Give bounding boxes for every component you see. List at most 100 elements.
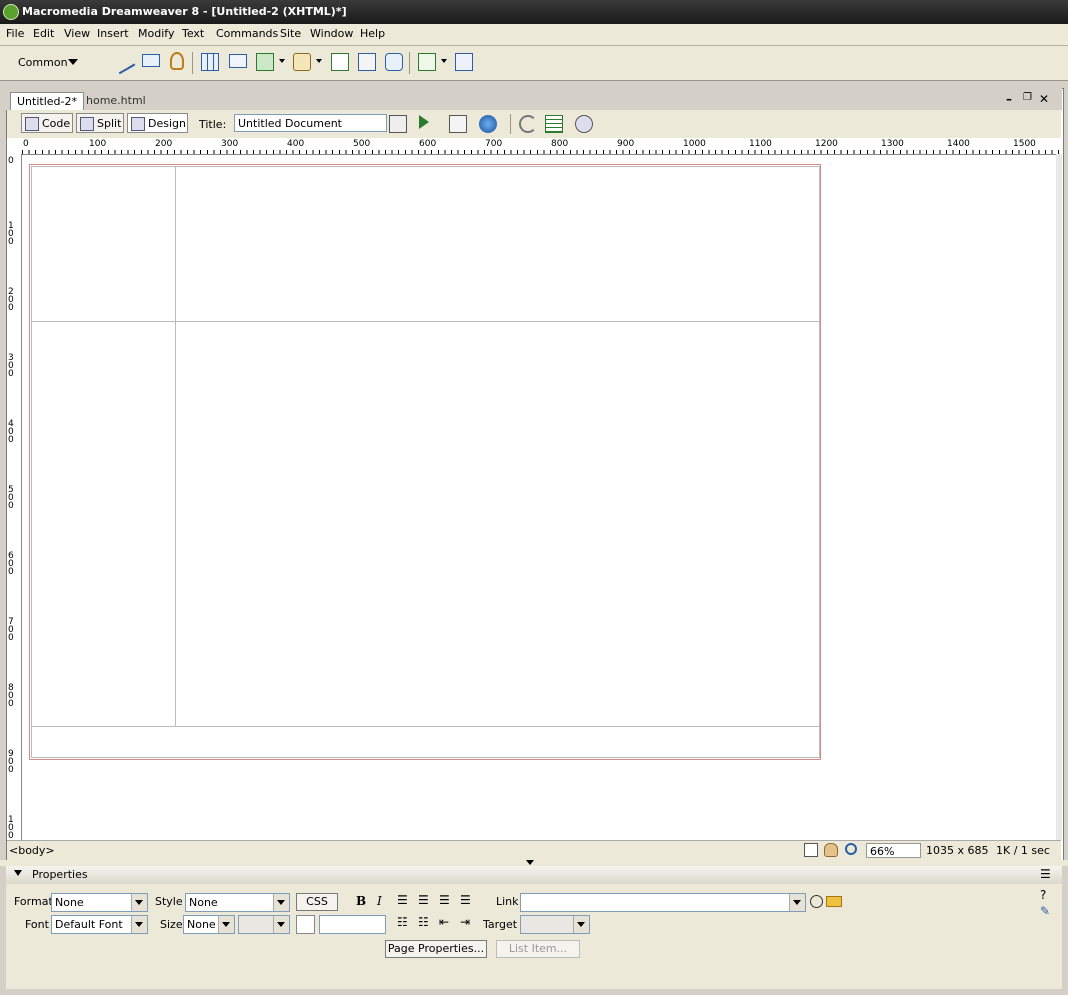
collapse-arrow-icon[interactable]: [526, 860, 534, 865]
zoom-select[interactable]: 66%: [866, 843, 921, 858]
align-center-icon[interactable]: ☰: [418, 893, 429, 907]
chevron-down-icon: [273, 894, 289, 911]
style-select[interactable]: None: [185, 893, 290, 912]
zoom-tool-icon[interactable]: [845, 843, 857, 855]
ordered-list-icon[interactable]: ☷: [418, 915, 429, 929]
hand-tool-icon[interactable]: [824, 843, 838, 857]
chevron-down-icon: [131, 916, 147, 933]
table-cell-content[interactable]: [175, 321, 820, 727]
properties-panel-header[interactable]: Properties ☰: [6, 866, 1062, 885]
menu-modify[interactable]: Modify: [138, 27, 174, 40]
italic-button[interactable]: I: [377, 894, 382, 908]
menu-insert[interactable]: Insert: [97, 27, 129, 40]
ruler-label: 200: [155, 139, 173, 149]
document-toolbar: Code Split Design Title: Untitled Docume…: [7, 110, 1061, 139]
table-icon[interactable]: [201, 53, 219, 71]
format-value: None: [55, 896, 84, 909]
document-title-input[interactable]: Untitled Document: [234, 114, 387, 132]
comment-icon[interactable]: [385, 53, 403, 71]
restore-icon[interactable]: ❐: [1023, 92, 1032, 103]
minimize-icon[interactable]: –: [1006, 92, 1012, 106]
text-color-swatch[interactable]: [296, 915, 315, 934]
chevron-down-icon[interactable]: [316, 59, 322, 63]
font-select[interactable]: Default Font: [51, 915, 148, 934]
ruler-label: 400: [8, 419, 14, 445]
folder-icon[interactable]: [826, 896, 842, 907]
tag-chooser-icon[interactable]: [455, 53, 473, 71]
chevron-down-icon[interactable]: [68, 59, 78, 65]
templates-icon[interactable]: [418, 53, 436, 71]
download-size: 1K / 1 sec: [996, 844, 1050, 857]
css-button[interactable]: CSS: [296, 893, 338, 911]
date-icon[interactable]: [331, 53, 349, 71]
refresh-icon[interactable]: [519, 115, 537, 133]
justify-icon[interactable]: ☰: [460, 893, 471, 907]
chevron-down-icon[interactable]: [279, 59, 285, 63]
menu-view[interactable]: View: [64, 27, 90, 40]
split-view-button[interactable]: Split: [76, 113, 124, 133]
link-input[interactable]: [520, 893, 806, 912]
ruler-label: 800: [8, 683, 14, 709]
pointer-tool-icon[interactable]: [804, 843, 818, 857]
div-icon[interactable]: [229, 54, 247, 68]
table-cell-header-main[interactable]: [175, 166, 820, 322]
outdent-icon[interactable]: ⇤: [439, 915, 449, 929]
chevron-down-icon[interactable]: [441, 59, 447, 63]
insert-category-select[interactable]: Common: [18, 56, 68, 69]
expand-triangle-icon[interactable]: [14, 870, 22, 876]
ruler-label: 100: [89, 139, 107, 149]
tab-home-html[interactable]: home.html: [80, 92, 152, 110]
visual-aids-icon[interactable]: [575, 115, 593, 133]
menu-site[interactable]: Site: [280, 27, 301, 40]
tag-selector-body[interactable]: <body>: [9, 844, 55, 857]
size-select[interactable]: None: [183, 915, 235, 934]
code-view-button[interactable]: Code: [21, 113, 73, 133]
image-icon[interactable]: [256, 53, 274, 71]
ruler-label: 700: [485, 139, 503, 149]
vertical-ruler: 0 100 200 300 400 500 600 700 800 900 10…: [7, 154, 22, 840]
view-options-icon[interactable]: [545, 115, 563, 133]
ruler-label: 600: [8, 551, 14, 577]
ruler-label: 500: [353, 139, 371, 149]
point-to-file-icon[interactable]: [810, 895, 823, 908]
menu-file[interactable]: File: [6, 27, 24, 40]
tab-untitled-2[interactable]: Untitled-2*: [10, 92, 84, 111]
layout-table[interactable]: [29, 164, 821, 760]
table-cell-sidebar[interactable]: [31, 321, 176, 727]
quick-tag-editor-icon[interactable]: ✎: [1040, 904, 1050, 918]
window-size-select[interactable]: 1035 x 685: [926, 844, 989, 857]
style-label: Style: [155, 895, 183, 908]
align-left-icon[interactable]: ☰: [397, 893, 408, 907]
close-icon[interactable]: ✕: [1039, 92, 1049, 106]
table-cell-header-left[interactable]: [31, 166, 176, 322]
indent-icon[interactable]: ⇥: [460, 915, 470, 929]
menu-window[interactable]: Window: [310, 27, 353, 40]
dreamweaver-logo-icon: [3, 4, 19, 20]
email-link-icon[interactable]: [142, 54, 160, 67]
page-properties-button[interactable]: Page Properties...: [385, 940, 487, 958]
file-management-icon[interactable]: [449, 115, 467, 133]
text-color-input[interactable]: [319, 915, 386, 934]
menu-edit[interactable]: Edit: [33, 27, 54, 40]
align-right-icon[interactable]: ☰: [439, 893, 450, 907]
media-icon[interactable]: [293, 53, 311, 71]
menu-help[interactable]: Help: [360, 27, 385, 40]
unordered-list-icon[interactable]: ☷: [397, 915, 408, 929]
hyperlink-icon[interactable]: [110, 49, 136, 75]
bold-button[interactable]: B: [356, 894, 366, 908]
panel-options-icon[interactable]: ☰: [1040, 867, 1051, 881]
menu-text[interactable]: Text: [182, 27, 204, 40]
design-view-button[interactable]: Design: [127, 113, 188, 133]
validate-icon[interactable]: [389, 115, 407, 133]
menu-commands[interactable]: Commands: [216, 27, 278, 40]
globe-icon[interactable]: [479, 115, 497, 133]
help-icon[interactable]: ?: [1040, 888, 1046, 902]
format-select[interactable]: None: [51, 893, 148, 912]
vertical-scrollbar[interactable]: [1056, 154, 1062, 840]
named-anchor-icon[interactable]: [170, 52, 184, 70]
table-cell-footer[interactable]: [31, 726, 820, 758]
server-side-include-icon[interactable]: [358, 53, 376, 71]
target-label: Target: [483, 918, 518, 931]
preview-icon[interactable]: [419, 115, 429, 129]
ruler-label: 900: [8, 749, 14, 775]
